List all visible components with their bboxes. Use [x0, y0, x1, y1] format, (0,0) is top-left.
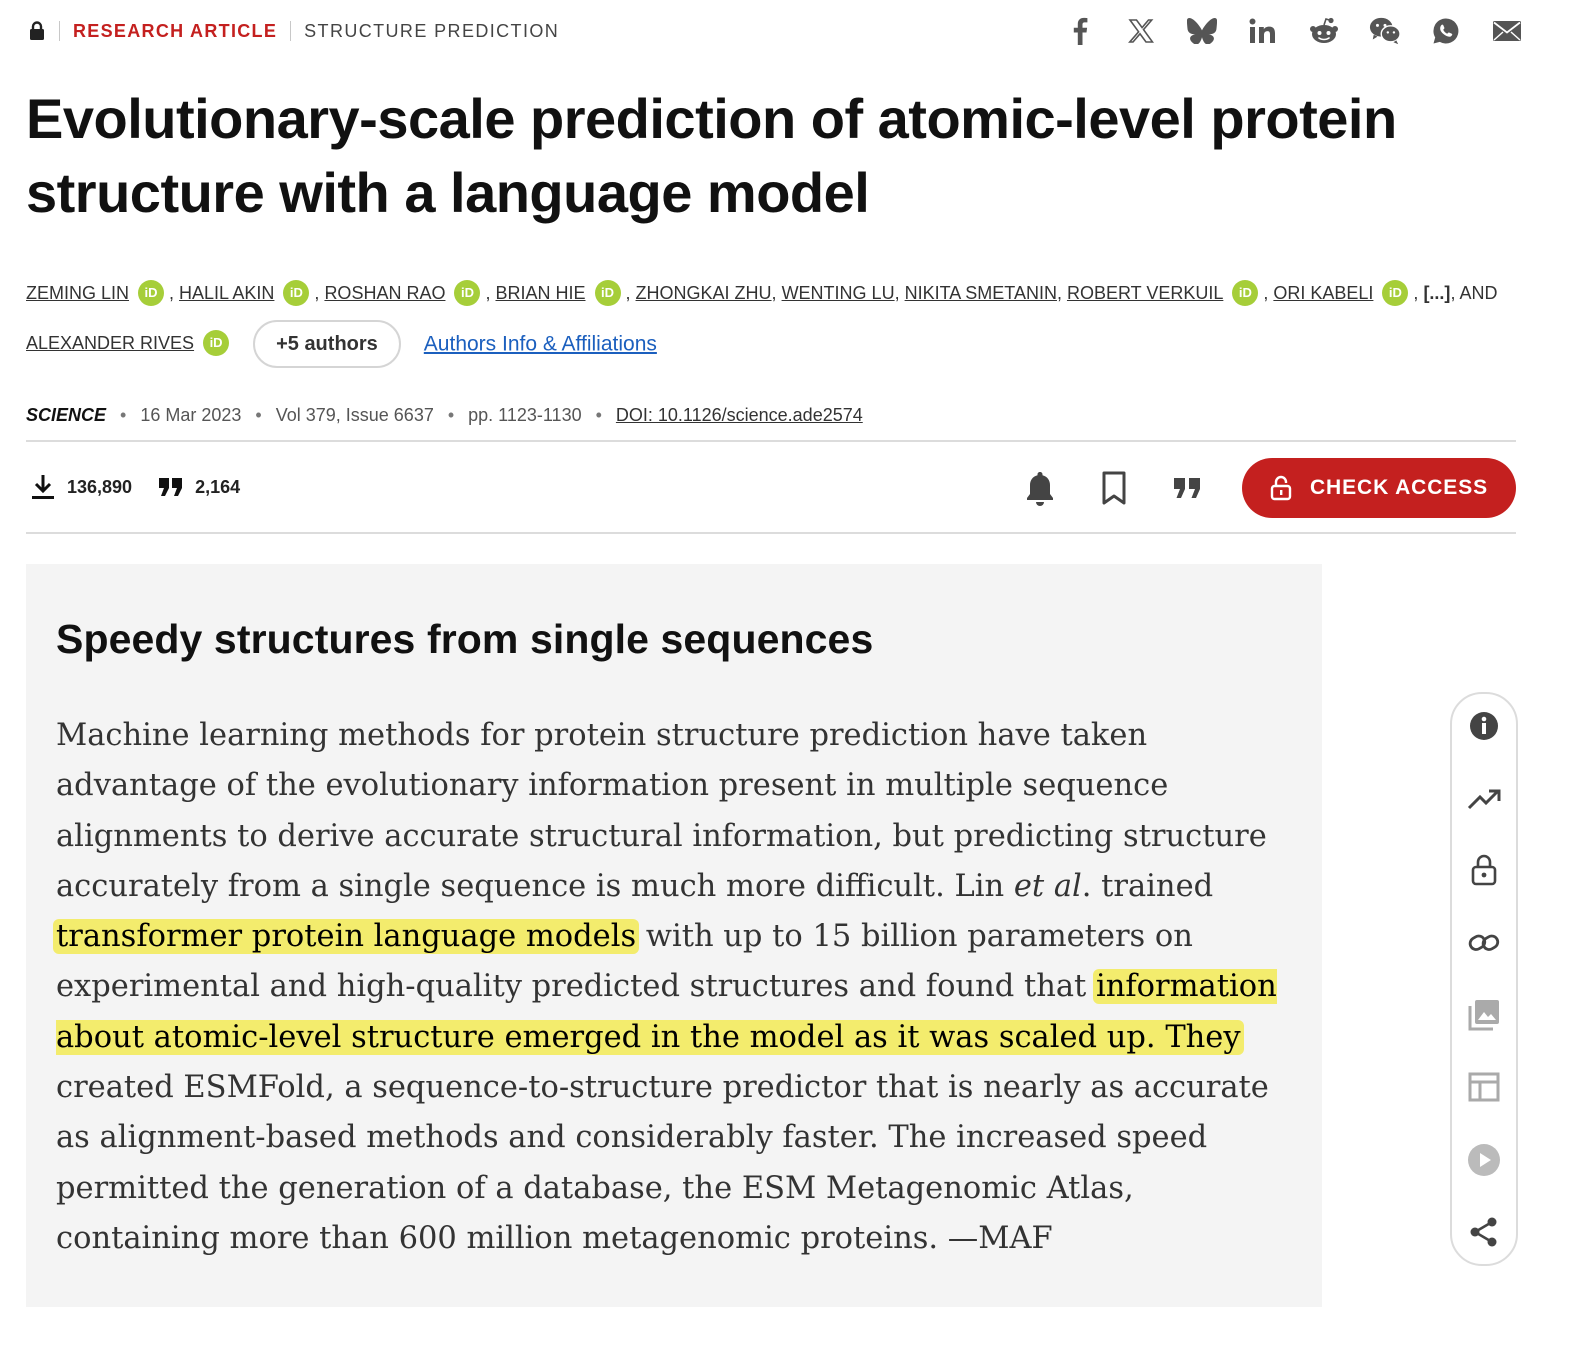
- bookmark-icon[interactable]: [1094, 468, 1134, 508]
- orcid-icon[interactable]: iD: [594, 280, 621, 307]
- summary-text: Machine learning methods for protein str…: [53, 711, 1294, 1264]
- orcid-icon[interactable]: iD: [283, 280, 310, 307]
- publication-date: 16 Mar 2023: [140, 405, 242, 425]
- ellipsis-text[interactable]: [...]: [1423, 283, 1450, 303]
- summary-text-part: created ESMFold, a sequence-to-structure…: [56, 1070, 1269, 1256]
- facebook-icon[interactable]: [1064, 15, 1096, 47]
- author-link[interactable]: BRIAN HIE: [495, 283, 585, 303]
- citation-meta: SCIENCE • 16 Mar 2023 • Vol 379, Issue 6…: [26, 405, 863, 426]
- author-link[interactable]: ZEMING LIN: [26, 283, 129, 303]
- images-icon[interactable]: [1452, 995, 1516, 1035]
- author-link[interactable]: ZHONGKAI ZHU: [636, 283, 772, 303]
- divider: [59, 21, 60, 41]
- summary-italic: et al: [1013, 868, 1082, 904]
- lock-icon: [28, 21, 46, 41]
- affiliations-link[interactable]: Authors Info & Affiliations: [424, 332, 657, 355]
- meta-separator: •: [255, 405, 262, 425]
- play-icon[interactable]: [1452, 1140, 1516, 1180]
- table-icon[interactable]: [1452, 1067, 1516, 1107]
- highlight[interactable]: transformer protein language models: [53, 919, 640, 955]
- check-access-label: CHECK ACCESS: [1309, 476, 1489, 499]
- author-list: ZEMING LIN iD, HALIL AKIN iD, ROSHAN RAO iD…: [26, 268, 1526, 369]
- editors-summary: Speedy structures from single sequences …: [26, 564, 1322, 1307]
- meta-separator: •: [120, 405, 127, 425]
- side-toolbar: [1450, 692, 1518, 1266]
- and-text: AND: [1459, 283, 1498, 303]
- author-link[interactable]: NIKITA SMETANIN: [905, 283, 1057, 303]
- volume-issue[interactable]: Vol 379, Issue 6637: [276, 405, 434, 426]
- share-bar: [1064, 15, 1523, 47]
- whatsapp-icon[interactable]: [1430, 15, 1462, 47]
- cite-icon[interactable]: [1168, 468, 1208, 508]
- wechat-icon[interactable]: [1369, 15, 1401, 47]
- orcid-icon[interactable]: iD: [1232, 280, 1259, 307]
- author-link[interactable]: ALEXANDER RIVES: [26, 333, 194, 353]
- orcid-icon[interactable]: iD: [138, 280, 165, 307]
- article-title: Evolutionary-scale prediction of atomic-…: [26, 87, 1397, 224]
- divider: [290, 21, 292, 41]
- orcid-icon[interactable]: iD: [1382, 280, 1409, 307]
- author-link[interactable]: WENTING LU: [782, 283, 895, 303]
- download-count: 136,890: [67, 476, 133, 497]
- orcid-icon[interactable]: iD: [203, 330, 230, 357]
- meta-separator: •: [447, 405, 455, 425]
- check-access-button[interactable]: CHECK ACCESS: [1242, 458, 1516, 518]
- download-icon: [30, 473, 56, 501]
- unlock-icon: [1270, 475, 1292, 501]
- bluesky-icon[interactable]: [1186, 15, 1218, 47]
- page-range: pp. 1123-1130: [468, 405, 582, 425]
- article-actions: CHECK ACCESS: [1020, 458, 1516, 518]
- reddit-icon[interactable]: [1308, 15, 1340, 47]
- x-icon[interactable]: [1125, 15, 1157, 47]
- more-authors-button[interactable]: +5 authors: [253, 320, 401, 369]
- divider: [26, 532, 1516, 534]
- share-icon[interactable]: [1452, 1212, 1516, 1252]
- summary-text-part: . trained: [1081, 868, 1214, 904]
- trending-icon[interactable]: [1452, 779, 1516, 819]
- orcid-icon[interactable]: iD: [454, 280, 481, 307]
- subject-label[interactable]: STRUCTURE PREDICTION: [304, 21, 559, 42]
- link-icon[interactable]: [1452, 923, 1516, 963]
- author-link[interactable]: ROBERT VERKUIL: [1067, 283, 1223, 303]
- author-link[interactable]: HALIL AKIN: [179, 283, 274, 303]
- citation-count: 2,164: [195, 476, 241, 497]
- article-metrics: 136,890 2,164: [30, 473, 240, 501]
- doi-link[interactable]: DOI: 10.1126/science.ade2574: [616, 405, 863, 426]
- linkedin-icon[interactable]: [1247, 15, 1279, 47]
- divider: [26, 440, 1516, 442]
- email-icon[interactable]: [1491, 15, 1523, 47]
- author-link[interactable]: ROSHAN RAO: [324, 283, 445, 303]
- top-bar: RESEARCH ARTICLE STRUCTURE PREDICTION: [28, 14, 1523, 48]
- journal-name[interactable]: SCIENCE: [26, 405, 106, 426]
- summary-heading: Speedy structures from single sequences: [56, 616, 874, 662]
- bell-icon[interactable]: [1020, 468, 1060, 508]
- citation-icon: [158, 473, 184, 501]
- author-link[interactable]: ORI KABELI: [1273, 283, 1373, 303]
- info-icon[interactable]: [1452, 706, 1516, 746]
- lock-icon[interactable]: [1452, 850, 1516, 890]
- article-type-label[interactable]: RESEARCH ARTICLE: [73, 21, 277, 42]
- meta-separator: •: [595, 405, 602, 425]
